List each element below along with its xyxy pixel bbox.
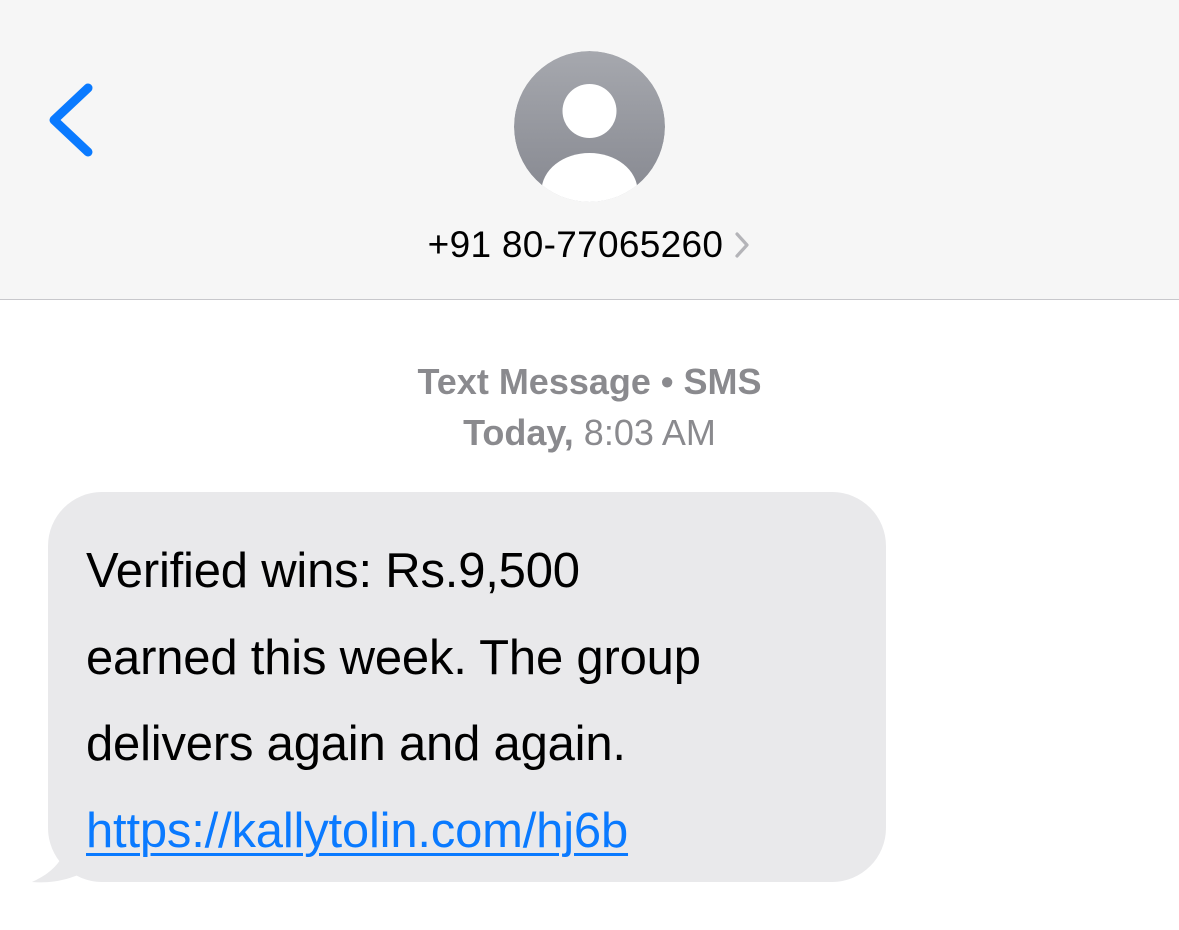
message-line: earned this week. The group [86, 630, 701, 685]
back-button[interactable] [38, 78, 108, 162]
incoming-message[interactable]: Verified wins: Rs.9,500 earned this week… [30, 492, 888, 884]
message-line: Verified wins: Rs.9,500 [86, 544, 580, 598]
chevron-right-icon [733, 230, 751, 260]
person-placeholder-icon [514, 51, 665, 202]
service-label: Text Message • SMS [417, 361, 762, 402]
message-timestamp: Today, 8:03 AM [0, 407, 1179, 458]
chevron-left-icon [49, 83, 93, 157]
contact-avatar[interactable] [514, 51, 665, 202]
contact-number[interactable]: +91 80-77065260 [428, 224, 724, 265]
contact-title[interactable]: +91 80-77065260 [0, 222, 1179, 266]
conversation-header: +91 80-77065260 [0, 0, 1179, 300]
timestamp-time: 8:03 AM [583, 412, 716, 453]
message-line: delivers again and again. [86, 717, 626, 771]
timestamp-day: Today, [463, 412, 574, 453]
conversation-meta: Text Message • SMS Today, 8:03 AM [0, 356, 1179, 458]
message-bubble[interactable]: Verified wins: Rs.9,500 earned this week… [48, 492, 886, 882]
message-link[interactable]: https://kallytolin.com/hj6b [86, 804, 628, 858]
